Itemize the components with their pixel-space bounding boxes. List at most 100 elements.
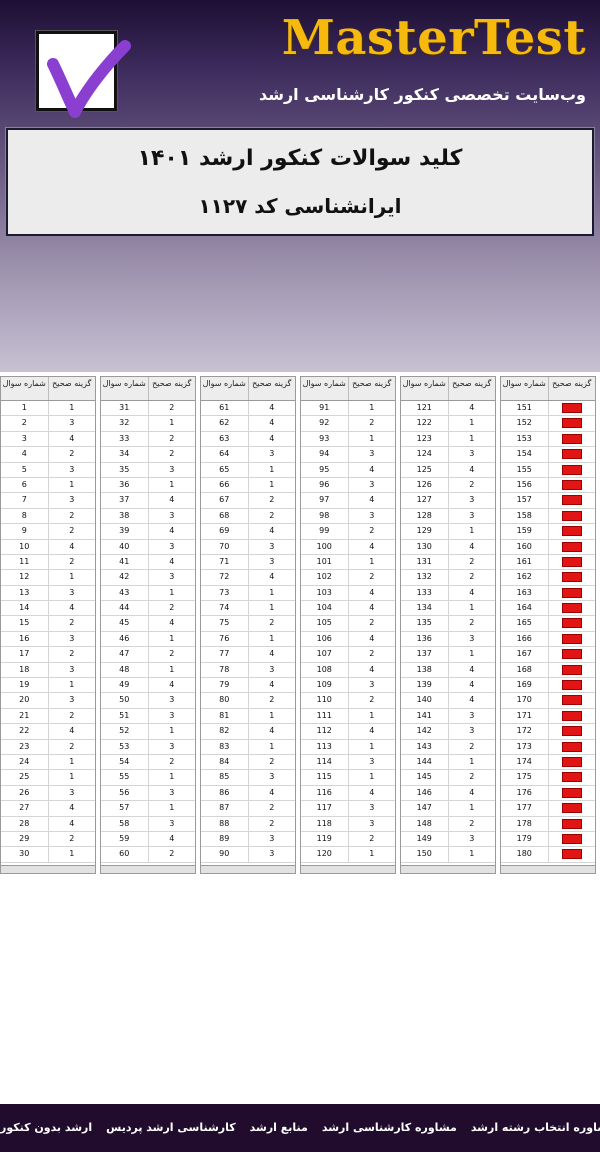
- table-row: 90 3: [201, 847, 295, 863]
- correct-answer: [549, 740, 596, 754]
- correct-answer: [549, 801, 596, 815]
- question-number: 122: [401, 416, 449, 431]
- table-row: 75 2: [201, 616, 295, 632]
- correct-answer: 2: [469, 818, 475, 828]
- question-number: 149: [401, 831, 449, 847]
- table-row: 97 4: [301, 493, 395, 509]
- question-number: 59: [101, 831, 149, 847]
- correct-answer: 3: [469, 726, 475, 736]
- correct-answer: 1: [169, 418, 175, 428]
- correct-answer: 4: [269, 649, 275, 659]
- question-number: 175: [501, 770, 549, 785]
- correct-answer: 2: [369, 618, 375, 628]
- question-number: 35: [101, 462, 149, 477]
- correct-answer: 4: [269, 526, 275, 536]
- table-row: 134 1: [401, 601, 495, 617]
- table-header: شماره سوال گزینه صحیح: [201, 377, 295, 401]
- correct-answer: 4: [369, 787, 375, 797]
- table-row: 61: [1, 477, 95, 494]
- correct-answer: 2: [469, 572, 475, 582]
- question-number: 56: [101, 785, 149, 801]
- correct-answer-header: گزینه صحیح: [352, 379, 392, 388]
- question-number: 92: [301, 416, 349, 431]
- correct-answer: 2: [369, 572, 375, 582]
- correct-answer: 1: [269, 464, 275, 474]
- table-row: 77 4: [201, 647, 295, 663]
- correct-answer: 1: [469, 849, 475, 859]
- table-row: 43 1: [101, 585, 195, 602]
- question-number: 168: [501, 662, 549, 678]
- correct-answer: 1: [69, 572, 75, 582]
- table-row: 148 2: [401, 816, 495, 832]
- table-row: 64 3: [201, 447, 295, 463]
- footer-link[interactable]: منابع ارشد: [250, 1104, 308, 1152]
- correct-answer: 3: [369, 818, 375, 828]
- table-row: 80 2: [201, 693, 295, 709]
- question-number: 163: [501, 585, 549, 601]
- cancelled-marker: [561, 756, 582, 767]
- question-number: 31: [101, 401, 149, 416]
- correct-answer: 1: [269, 741, 275, 751]
- table-row: 124 3: [401, 447, 495, 463]
- table-row: 84 2: [201, 754, 295, 771]
- correct-answer: 3: [169, 695, 175, 705]
- question-number: 132: [401, 570, 449, 585]
- question-number: 89: [201, 831, 249, 847]
- table-row: 11 2: [1, 554, 95, 571]
- footer-link[interactable]: ارشد بدون کنکور: [0, 1104, 92, 1152]
- table-row: 118 3: [301, 816, 395, 832]
- question-number: 10: [1, 539, 49, 554]
- correct-answer: 4: [369, 726, 375, 736]
- table-row: 34: [1, 431, 95, 448]
- table-row: 137 1: [401, 647, 495, 663]
- table-row: 56 3: [101, 785, 195, 802]
- table-row: 133 4: [401, 585, 495, 602]
- question-number: 127: [401, 493, 449, 508]
- footer-link[interactable]: مشاوره کارشناسی ارشد: [322, 1104, 457, 1152]
- logo[interactable]: [36, 31, 131, 118]
- correct-answer: 4: [69, 541, 75, 551]
- cancelled-marker: [561, 618, 582, 629]
- correct-answer: 4: [369, 495, 375, 505]
- table-row: 42 3: [101, 570, 195, 586]
- correct-answer: 4: [369, 464, 375, 474]
- table-row: 141 3: [401, 708, 495, 725]
- question-number: 133: [401, 585, 449, 601]
- cancelled-marker: [561, 803, 582, 814]
- question-number: 67: [201, 493, 249, 508]
- correct-answer: 2: [469, 479, 475, 489]
- question-number: 72: [201, 570, 249, 585]
- correct-answer: 4: [269, 787, 275, 797]
- question-number: 68: [201, 508, 249, 524]
- question-number: 2: [1, 416, 49, 431]
- footer-link[interactable]: مشاوره انتخاب رشته ارشد: [471, 1104, 600, 1152]
- question-number: 88: [201, 816, 249, 831]
- question-number: 54: [101, 754, 149, 770]
- question-number: 4: [1, 447, 49, 462]
- footer-nav: ارشد بدون کنکور کارشناسی ارشد پردیس منابع …: [0, 1104, 600, 1152]
- correct-answer-header: گزینه صحیح: [552, 379, 592, 388]
- question-number: 7: [1, 493, 49, 508]
- table-row: 99 2: [301, 524, 395, 540]
- question-number: 87: [201, 801, 249, 816]
- question-number: 37: [101, 493, 149, 508]
- table-row: 101 1: [301, 554, 395, 571]
- brand-tagline: وب‌سایت تخصصی کنکور کارشناسی ارشد: [258, 85, 586, 104]
- footer-link[interactable]: کارشناسی ارشد پردیس: [106, 1104, 235, 1152]
- question-number: 180: [501, 847, 549, 862]
- question-number: 144: [401, 754, 449, 770]
- brand-name[interactable]: MasterTest: [226, 6, 586, 70]
- correct-answer: 3: [269, 772, 275, 782]
- correct-answer: 3: [269, 664, 275, 674]
- table-row: 53: [1, 462, 95, 478]
- question-number: 30: [1, 847, 49, 862]
- table-row: 160: [501, 539, 595, 555]
- correct-answer: 3: [369, 803, 375, 813]
- question-number: 23: [1, 739, 49, 754]
- table-row: 165: [501, 616, 595, 632]
- table-row: 16 3: [1, 631, 95, 648]
- question-number: 105: [301, 616, 349, 631]
- question-number: 91: [301, 401, 349, 416]
- question-number: 16: [1, 631, 49, 647]
- question-number: 107: [301, 647, 349, 662]
